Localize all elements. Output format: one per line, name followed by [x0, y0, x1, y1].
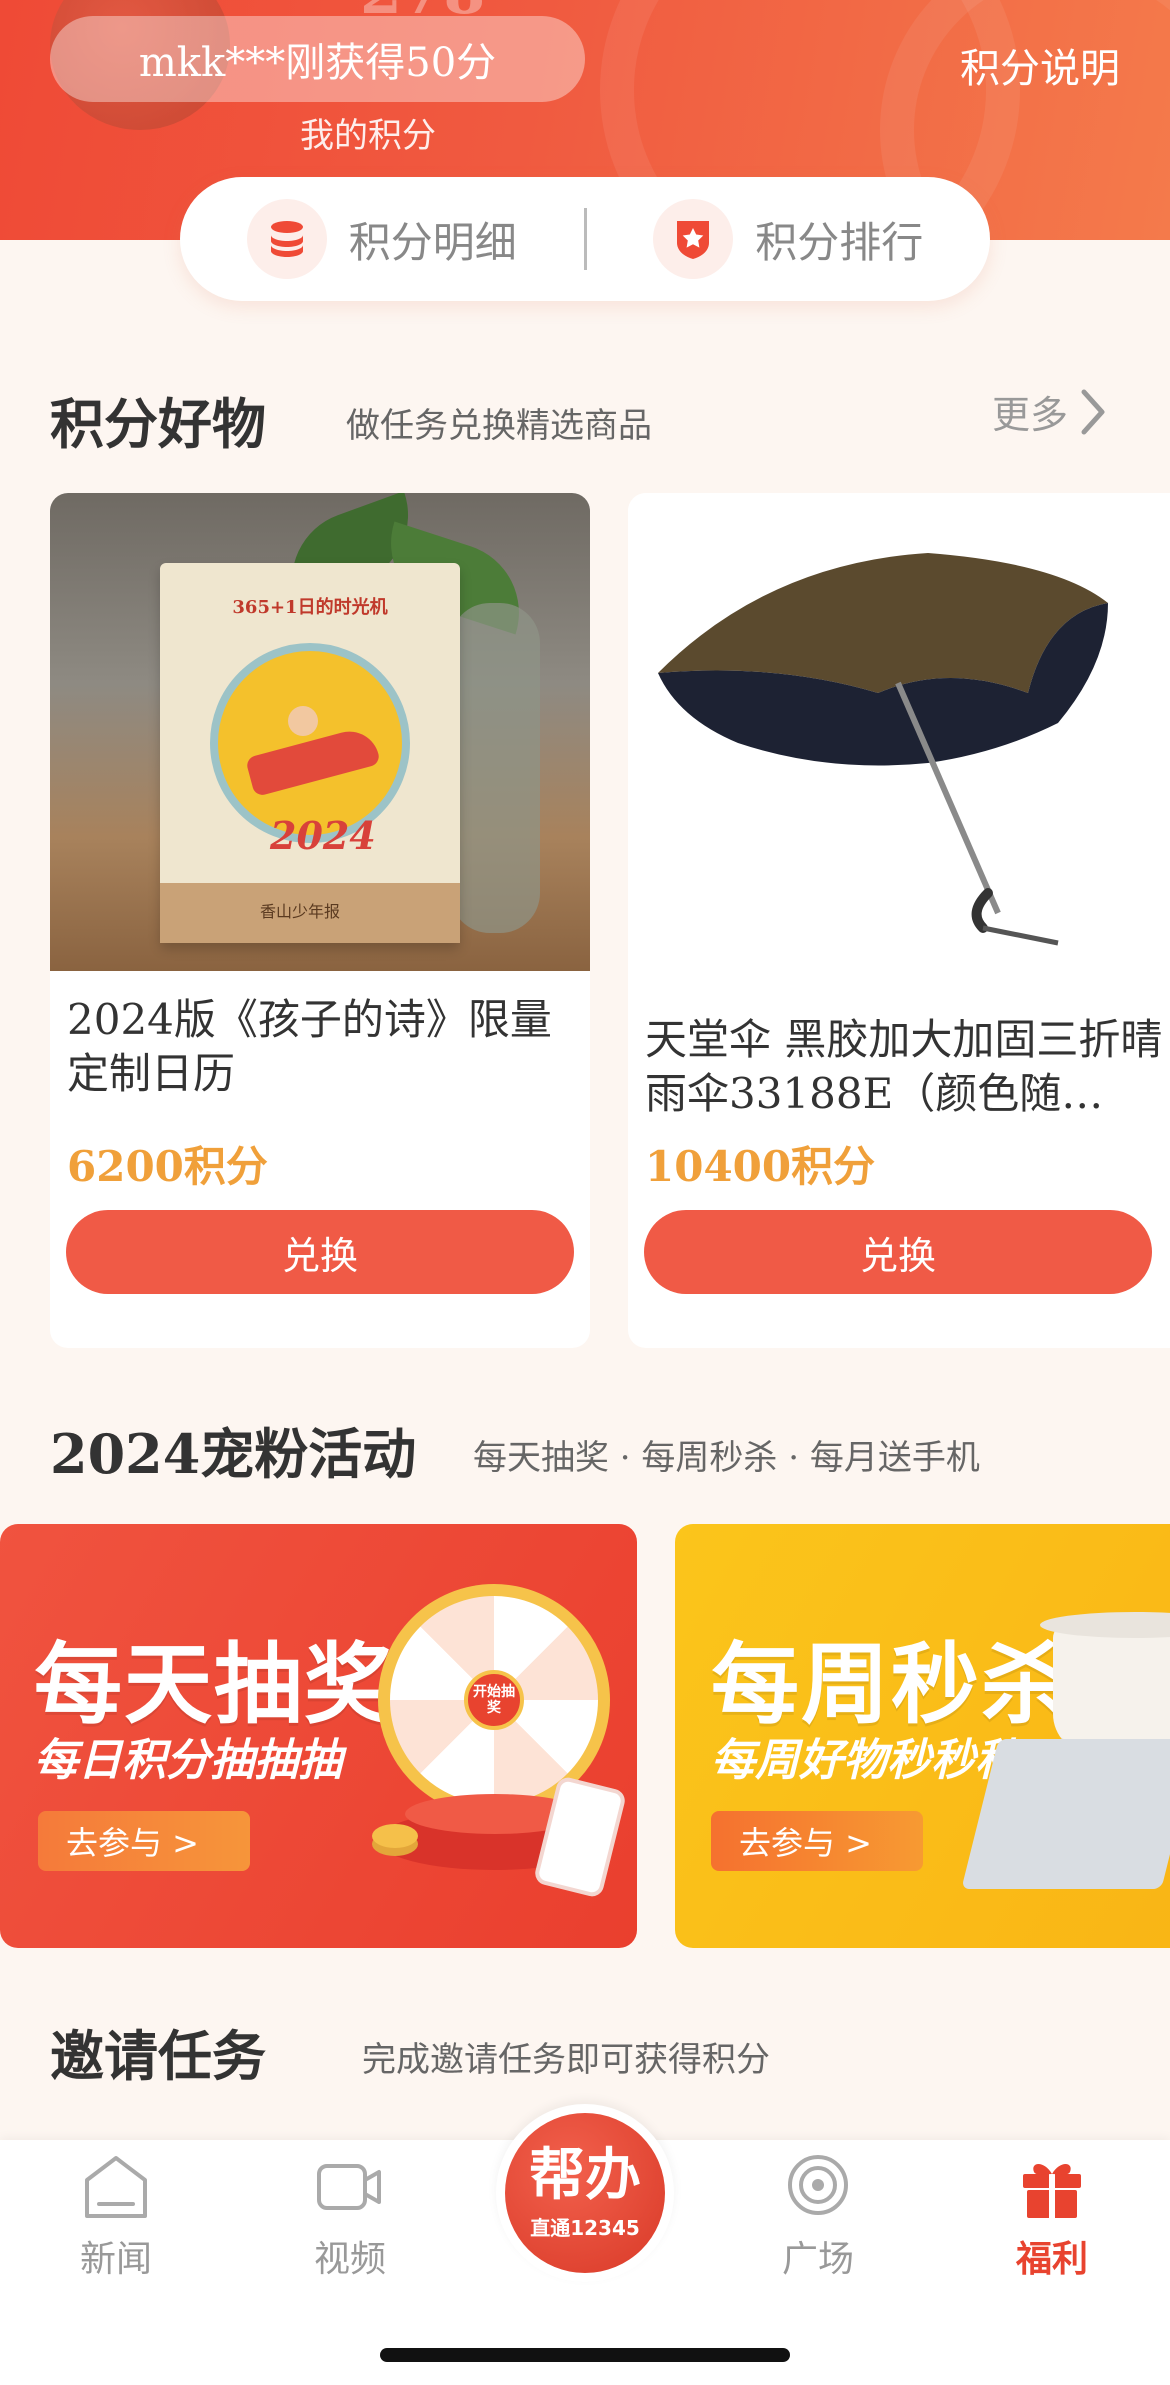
pot-icon: [1053, 1624, 1170, 1754]
join-button[interactable]: 去参与 >: [711, 1811, 923, 1871]
tab-square[interactable]: 广场: [738, 2152, 898, 2282]
redeem-button[interactable]: 兑换: [66, 1210, 574, 1294]
product-price: 10400积分: [645, 1142, 876, 1191]
points-tabs: 积分明细 积分排行: [180, 177, 990, 301]
scale-icon: [961, 1739, 1170, 1889]
activity-section-subtitle: 每天抽奖 · 每周秒杀 · 每月送手机: [473, 1438, 980, 1478]
product-price: 6200积分: [67, 1142, 268, 1191]
help-title: 帮办: [529, 2142, 641, 2208]
points-detail-label: 积分明细: [348, 217, 517, 267]
banner-title: 每天抽奖: [34, 1633, 395, 1736]
chevron-right-icon: [1081, 389, 1105, 434]
points-ranking-tab[interactable]: 积分排行: [587, 199, 991, 279]
points-ranking-label: 积分排行: [755, 217, 924, 267]
news-icon: [85, 2156, 147, 2218]
tab-video[interactable]: 视频: [270, 2152, 430, 2282]
tab-welfare[interactable]: 福利: [972, 2152, 1132, 2282]
weekly-flash-sale-banner[interactable]: 每周秒杀 每周好物秒秒秒 去参与 >: [675, 1524, 1170, 1948]
wheel-center-label: 开始抽奖: [464, 1670, 524, 1730]
tab-news[interactable]: 新闻: [36, 2152, 196, 2282]
help-center-button[interactable]: 帮办 直通12345: [496, 2104, 674, 2282]
banner-title: 每周秒杀: [711, 1633, 1072, 1736]
product-image-calendar: 365+1日的时光机 2024 香山少年报: [50, 493, 590, 971]
activity-section-title: 2024宠粉活动: [50, 1422, 417, 1486]
tab-label: 新闻: [79, 2239, 152, 2280]
points-description-link[interactable]: 积分说明: [960, 36, 1120, 94]
square-icon: [788, 2155, 848, 2215]
calendar-brand: 香山少年报: [260, 902, 341, 921]
video-icon: [317, 2164, 381, 2210]
points-toast: mkk***刚获得50分: [50, 16, 585, 102]
tab-label: 广场: [781, 2239, 854, 2280]
product-card[interactable]: 天堂伞 黑胶加大加固三折晴雨伞33188E（颜色随… 10400积分 兑换: [628, 493, 1170, 1348]
daily-lottery-banner[interactable]: 每天抽奖 每日积分抽抽抽 去参与 > 开始抽奖: [0, 1524, 637, 1948]
goods-section-subtitle: 做任务兑换精选商品: [346, 406, 652, 446]
goods-section-title: 积分好物: [50, 392, 266, 456]
coins-stack-icon: [246, 199, 327, 279]
product-image-umbrella: [628, 493, 1170, 971]
join-button[interactable]: 去参与 >: [38, 1811, 250, 1871]
calendar-cover-text: 365+1日的时光机: [232, 597, 388, 618]
my-points-label: 我的积分: [300, 116, 436, 156]
calendar-year: 2024: [270, 813, 376, 858]
tab-label: 视频: [313, 2239, 386, 2280]
product-name: 天堂伞 黑胶加大加固三折晴雨伞33188E（颜色随…: [645, 1015, 1163, 1118]
invite-section-subtitle: 完成邀请任务即可获得积分: [362, 2040, 770, 2080]
star-shield-icon: [653, 199, 734, 279]
gift-icon: [1023, 2164, 1081, 2218]
more-label: 更多: [991, 393, 1068, 437]
tab-label: 福利: [1015, 2238, 1088, 2280]
invite-section-title: 邀请任务: [50, 2024, 266, 2088]
more-link[interactable]: 更多: [992, 384, 1108, 439]
home-indicator: [380, 2348, 790, 2362]
coins-icon: [372, 1824, 418, 1848]
product-card[interactable]: 365+1日的时光机 2024 香山少年报 2024版《孩子的诗》限量定制日历 …: [50, 493, 590, 1348]
redeem-button[interactable]: 兑换: [644, 1210, 1152, 1294]
points-detail-tab[interactable]: 积分明细: [180, 199, 584, 279]
help-subtitle: 直通12345: [530, 2215, 640, 2240]
product-name: 2024版《孩子的诗》限量定制日历: [67, 995, 552, 1098]
banner-subtitle: 每日积分抽抽抽: [34, 1735, 342, 1786]
banner-subtitle: 每周好物秒秒秒: [711, 1735, 1019, 1786]
